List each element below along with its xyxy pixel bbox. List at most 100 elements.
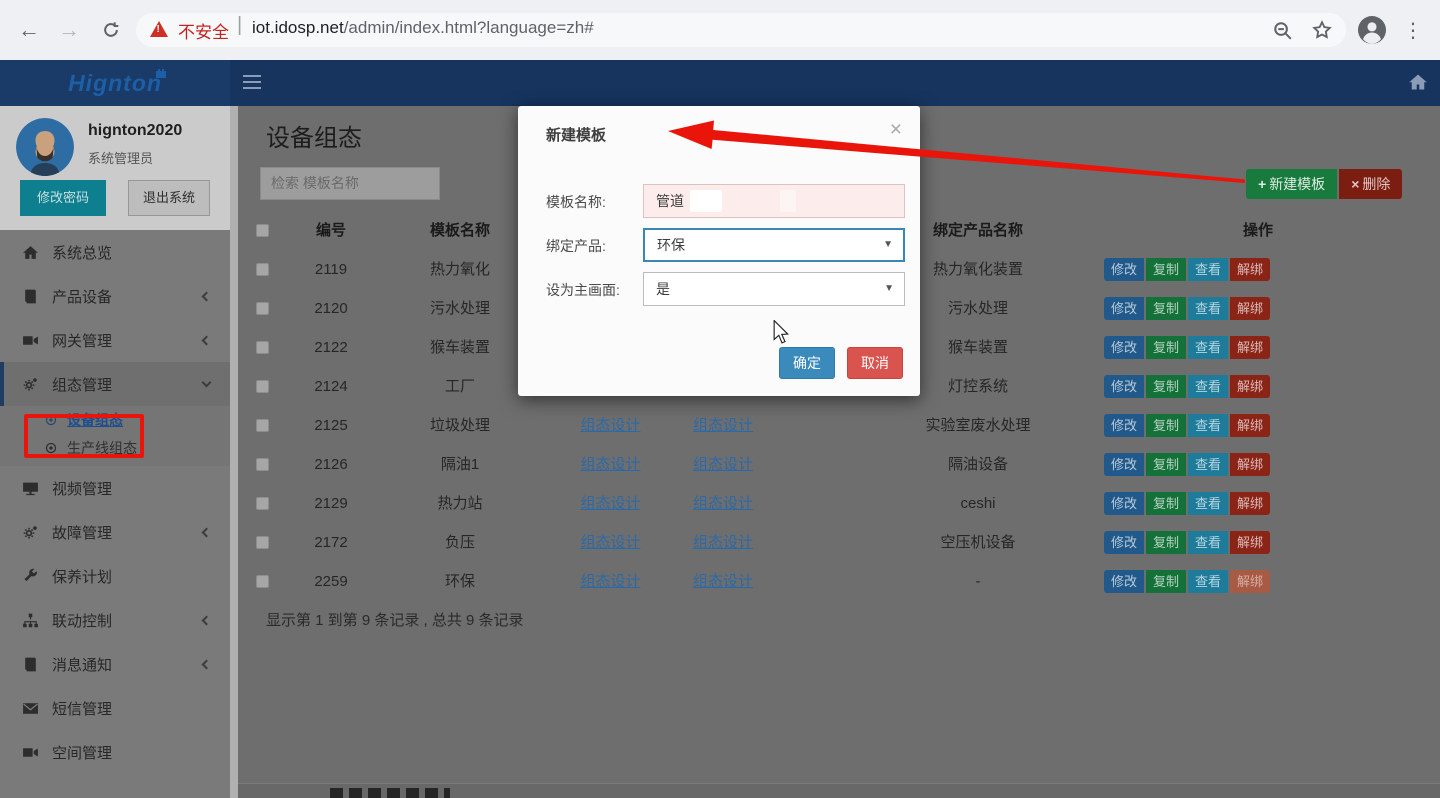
copy-button[interactable]: 复制 xyxy=(1146,375,1186,398)
view-button[interactable]: 查看 xyxy=(1188,297,1228,320)
copy-button[interactable]: 复制 xyxy=(1146,336,1186,359)
edit-button[interactable]: 修改 xyxy=(1104,492,1144,515)
url-text[interactable]: iot.idosp.net/admin/index.html?language=… xyxy=(252,18,594,38)
unbind-button[interactable]: 解绑 xyxy=(1230,570,1270,593)
unbind-button[interactable]: 解绑 xyxy=(1230,414,1270,437)
main-screen-label: 设为主画面: xyxy=(546,280,620,300)
design-link[interactable]: 组态设计 xyxy=(693,456,753,473)
row-checkbox[interactable] xyxy=(256,536,269,549)
change-password-button[interactable]: 修改密码 xyxy=(20,180,106,216)
sidebar-toggle-icon[interactable] xyxy=(243,75,261,93)
row-checkbox[interactable] xyxy=(256,341,269,354)
edit-button[interactable]: 修改 xyxy=(1104,453,1144,476)
copy-button[interactable]: 复制 xyxy=(1146,414,1186,437)
unbind-button[interactable]: 解绑 xyxy=(1230,297,1270,320)
unbind-button[interactable]: 解绑 xyxy=(1230,453,1270,476)
view-button[interactable]: 查看 xyxy=(1188,336,1228,359)
view-button[interactable]: 查看 xyxy=(1188,414,1228,437)
sidebar-item-system-overview[interactable]: 系统总览 xyxy=(0,230,230,274)
sidebar-item-maintenance-plan[interactable]: 保养计划 xyxy=(0,554,230,598)
view-button[interactable]: 查看 xyxy=(1188,531,1228,554)
view-button[interactable]: 查看 xyxy=(1188,570,1228,593)
header-id[interactable]: 编号 xyxy=(278,211,384,250)
gears-icon xyxy=(22,524,39,541)
edit-button[interactable]: 修改 xyxy=(1104,570,1144,593)
copy-button[interactable]: 复制 xyxy=(1146,453,1186,476)
sidebar-item-configuration-management[interactable]: 组态管理 xyxy=(0,362,230,406)
insecure-label[interactable]: 不安全 xyxy=(178,18,229,43)
browser-menu-icon[interactable]: ⋮ xyxy=(1398,0,1428,60)
design-link[interactable]: 组态设计 xyxy=(580,456,640,473)
copy-button[interactable]: 复制 xyxy=(1146,297,1186,320)
copy-button[interactable]: 复制 xyxy=(1146,258,1186,281)
sidebar-item-product-devices[interactable]: 产品设备 xyxy=(0,274,230,318)
row-checkbox[interactable] xyxy=(256,419,269,432)
home-icon xyxy=(22,244,39,261)
row-checkbox[interactable] xyxy=(256,575,269,588)
view-button[interactable]: 查看 xyxy=(1188,453,1228,476)
edit-button[interactable]: 修改 xyxy=(1104,297,1144,320)
browser-reload-icon[interactable] xyxy=(96,0,126,60)
sidebar-item-message-notification[interactable]: 消息通知 xyxy=(0,642,230,686)
design-link[interactable]: 组态设计 xyxy=(580,495,640,512)
bind-product-select[interactable]: 环保 ▼ xyxy=(643,228,905,262)
design-link[interactable]: 组态设计 xyxy=(580,534,640,551)
main-screen-row: 设为主画面: 是 ▼ xyxy=(518,272,920,306)
unbind-button[interactable]: 解绑 xyxy=(1230,531,1270,554)
row-checkbox[interactable] xyxy=(256,380,269,393)
delete-button[interactable]: ×删除 xyxy=(1339,169,1402,199)
logo[interactable]: Hignton xyxy=(0,60,230,106)
copy-button[interactable]: 复制 xyxy=(1146,492,1186,515)
search-input[interactable]: 检索 模板名称 xyxy=(260,167,440,200)
template-name-input[interactable]: 管道 xyxy=(643,184,905,218)
sidebar-item-fault-management[interactable]: 故障管理 xyxy=(0,510,230,554)
browser-forward-icon[interactable]: → xyxy=(54,0,84,60)
view-button[interactable]: 查看 xyxy=(1188,375,1228,398)
sidebar-item-gateway-management[interactable]: 网关管理 xyxy=(0,318,230,362)
confirm-button[interactable]: 确定 xyxy=(779,347,835,379)
home-icon[interactable] xyxy=(1408,72,1428,97)
view-button[interactable]: 查看 xyxy=(1188,492,1228,515)
cancel-button[interactable]: 取消 xyxy=(847,347,903,379)
sidebar-item-device-configuration[interactable]: 设备组态 xyxy=(0,406,230,434)
logout-button[interactable]: 退出系统 xyxy=(128,180,210,216)
design-link[interactable]: 组态设计 xyxy=(693,417,753,434)
unbind-button[interactable]: 解绑 xyxy=(1230,492,1270,515)
chevron-left-icon xyxy=(202,659,212,669)
edit-button[interactable]: 修改 xyxy=(1104,336,1144,359)
row-checkbox[interactable] xyxy=(256,497,269,510)
sidebar-item-production-line-configuration[interactable]: 生产线组态 xyxy=(0,434,230,462)
design-link[interactable]: 组态设计 xyxy=(693,495,753,512)
sidebar-item-sms-management[interactable]: 短信管理 xyxy=(0,686,230,730)
row-checkbox[interactable] xyxy=(256,458,269,471)
modal-close-icon[interactable]: × xyxy=(890,118,902,142)
design-link[interactable]: 组态设计 xyxy=(693,534,753,551)
edit-button[interactable]: 修改 xyxy=(1104,375,1144,398)
design-link[interactable]: 组态设计 xyxy=(693,573,753,590)
browser-back-icon[interactable]: ← xyxy=(14,0,44,60)
row-checkbox[interactable] xyxy=(256,263,269,276)
main-screen-select[interactable]: 是 ▼ xyxy=(643,272,905,306)
row-actions: 修改复制查看解绑 xyxy=(1104,570,1270,593)
zoom-out-icon[interactable] xyxy=(1266,0,1298,60)
unbind-button[interactable]: 解绑 xyxy=(1230,375,1270,398)
edit-button[interactable]: 修改 xyxy=(1104,414,1144,437)
sidebar-item-space-management[interactable]: 空间管理 xyxy=(0,730,230,774)
copy-button[interactable]: 复制 xyxy=(1146,531,1186,554)
view-button[interactable]: 查看 xyxy=(1188,258,1228,281)
unbind-button[interactable]: 解绑 xyxy=(1230,336,1270,359)
new-template-button[interactable]: +新建模板 xyxy=(1246,169,1337,199)
design-link[interactable]: 组态设计 xyxy=(580,417,640,434)
unbind-button[interactable]: 解绑 xyxy=(1230,258,1270,281)
header-name[interactable]: 模板名称 xyxy=(380,211,540,250)
select-all-checkbox[interactable] xyxy=(256,224,269,237)
sidebar-item-linkage-control[interactable]: 联动控制 xyxy=(0,598,230,642)
copy-button[interactable]: 复制 xyxy=(1146,570,1186,593)
edit-button[interactable]: 修改 xyxy=(1104,531,1144,554)
sidebar-item-video-management[interactable]: 视频管理 xyxy=(0,466,230,510)
bookmark-star-icon[interactable] xyxy=(1306,0,1338,60)
design-link[interactable]: 组态设计 xyxy=(580,573,640,590)
row-checkbox[interactable] xyxy=(256,302,269,315)
edit-button[interactable]: 修改 xyxy=(1104,258,1144,281)
browser-profile-icon[interactable] xyxy=(1352,0,1392,60)
